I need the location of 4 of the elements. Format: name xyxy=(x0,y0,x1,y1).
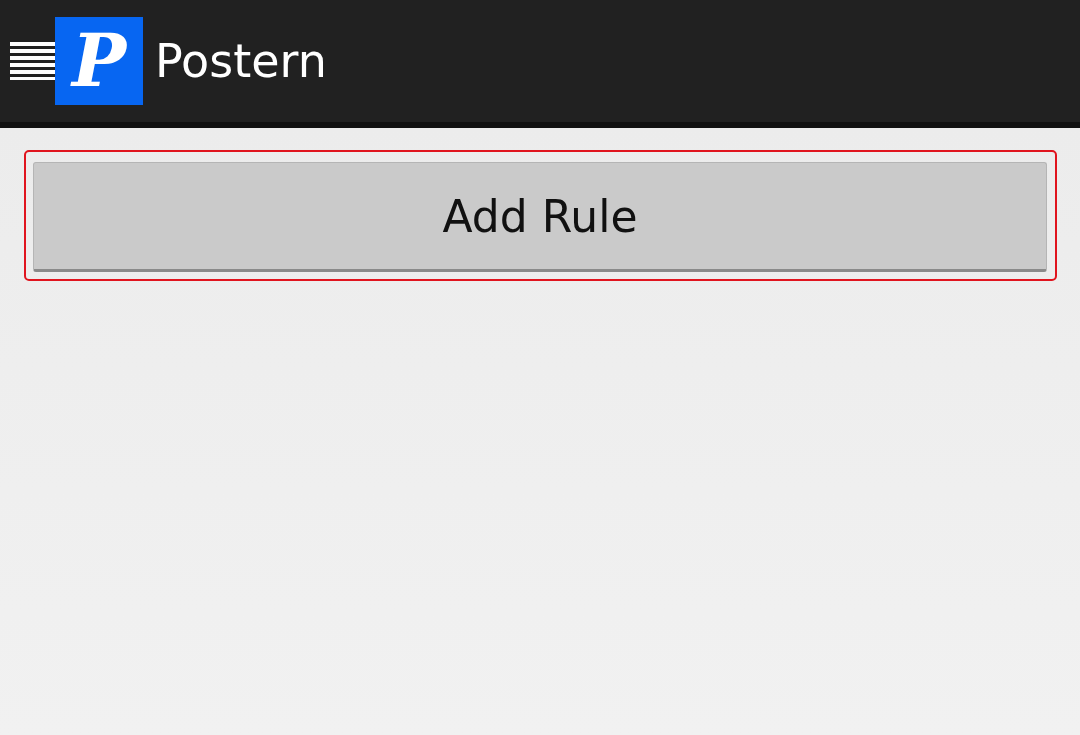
menu-icon[interactable] xyxy=(10,42,55,80)
app-logo: P xyxy=(55,17,143,105)
app-title: Postern xyxy=(155,34,327,88)
add-rule-button[interactable]: Add Rule xyxy=(33,162,1047,272)
